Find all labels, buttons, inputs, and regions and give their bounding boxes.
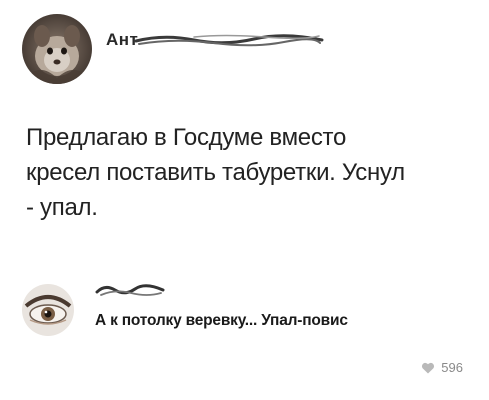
comment-text: А к потолку веревку... Упал-повис [95, 312, 348, 329]
redaction-scribble [134, 34, 324, 47]
commenter-avatar[interactable] [22, 284, 74, 336]
post-text: Предлагаю в Госдуме вместо кресел постав… [26, 120, 466, 225]
author-avatar[interactable] [22, 14, 92, 84]
like-count: 596 [441, 360, 463, 375]
author-avatar-image [22, 14, 92, 84]
post-text-line: кресел поставить табуретки. Уснул [26, 159, 405, 186]
heart-icon [422, 362, 435, 373]
post-text-line: Предлагаю в Госдуме вместо [26, 124, 347, 151]
redaction-scribble [95, 284, 165, 296]
post-text-line: - упал. [26, 194, 98, 221]
author-row[interactable]: Ант [106, 30, 326, 52]
commenter-name-redacted[interactable] [95, 280, 165, 305]
comment: А к потолку веревку... Упал-повис 596 [0, 270, 489, 400]
commenter-avatar-image [22, 284, 74, 336]
like-button[interactable]: 596 [421, 360, 463, 375]
post: Ант Предлагаю в Госдуме вместо кресел по… [0, 0, 489, 400]
